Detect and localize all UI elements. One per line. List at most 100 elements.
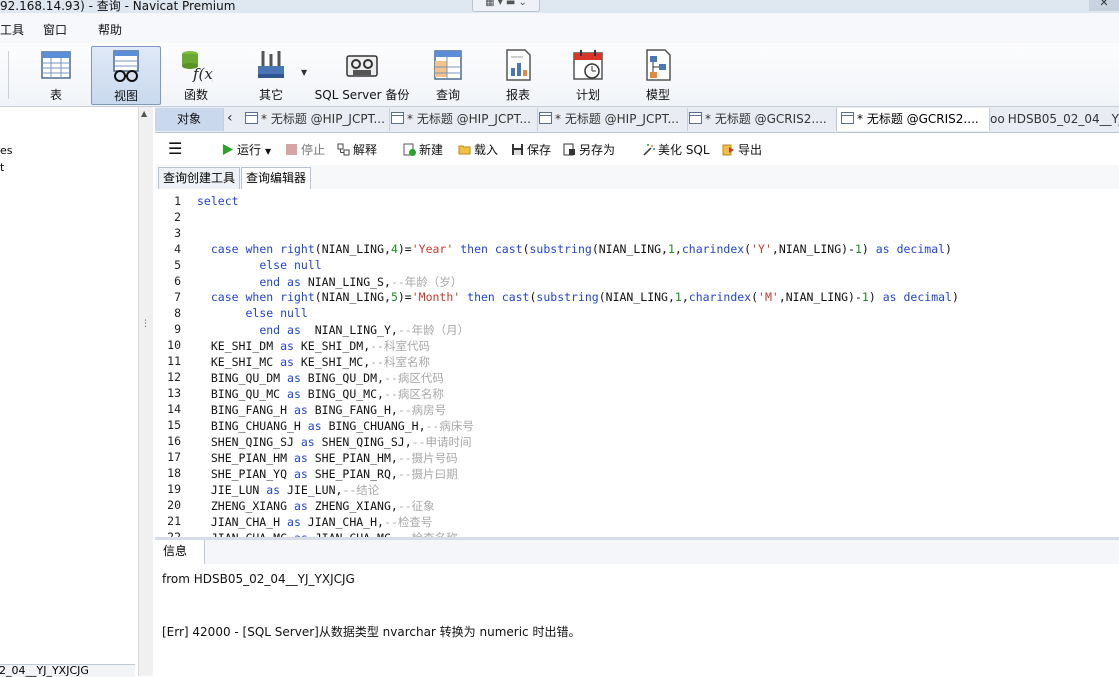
info-message-line: from HDSB05_02_04__YJ_YXJCJG xyxy=(162,572,355,586)
toolbar-model-label: 模型 xyxy=(645,88,670,102)
new-button[interactable]: 新建 xyxy=(403,141,443,158)
menu-tools[interactable]: 工具 xyxy=(0,21,24,38)
beautify-sql-label: 美化 SQL xyxy=(658,143,710,157)
close-button[interactable]: ✕ xyxy=(1089,0,1119,11)
code-line[interactable]: BING_QU_DM as BING_QU_DM,--病区代码 xyxy=(197,370,444,386)
code-line[interactable]: BING_QU_MC as BING_QU_MC,--病区名称 xyxy=(197,386,444,402)
run-button[interactable]: 运行 ▼ xyxy=(221,141,271,158)
toolbar-report-button[interactable]: 报表 xyxy=(492,46,544,103)
left-panel-scrollbar[interactable]: ▲ ⋮ xyxy=(138,107,153,676)
tab-query-3[interactable]: * 无标题 @HIP_JCPT... xyxy=(535,108,688,131)
other-dropdown-icon[interactable]: ▼ xyxy=(301,68,307,77)
toolbar-view-button[interactable]: 视图 xyxy=(91,46,161,105)
run-dropdown-icon[interactable]: ▼ xyxy=(265,147,271,156)
explain-button[interactable]: 解释 xyxy=(337,141,377,158)
code-line[interactable]: case when right(NIAN_LING,5)='Month' the… xyxy=(197,290,959,304)
toolbar-function-label: 函数 xyxy=(183,88,208,102)
tab-query-active-label: * 无标题 @GCRIS2.... xyxy=(857,112,979,126)
tab-query-active[interactable]: * 无标题 @GCRIS2.... xyxy=(836,108,990,131)
tab-info[interactable]: 信息 xyxy=(155,540,205,564)
tab-query-4[interactable]: * 无标题 @GCRIS2.... xyxy=(685,108,838,131)
magic-wand-icon xyxy=(643,144,655,156)
line-number: 2 xyxy=(174,210,181,224)
save-icon xyxy=(512,144,523,155)
load-button[interactable]: 载入 xyxy=(458,141,498,158)
query-toolbar: ☰ 运行 ▼ 停止 解释 新建 载入 保存 另存为 美化 SQL 导出 xyxy=(155,133,1119,165)
code-line[interactable]: JIAN_CHA_MC as JIAN_CHA_MC,--检查名称 xyxy=(197,530,458,537)
tab-view[interactable]: oo HDSB05_02_04__YJ_ xyxy=(986,108,1119,131)
tab-query-1[interactable]: * 无标题 @HIP_JCPT... xyxy=(241,108,390,131)
code-line[interactable]: JIAN_CHA_H as JIAN_CHA_H,--检查号 xyxy=(197,514,432,530)
line-number: 20 xyxy=(167,498,181,512)
window-layout-controls[interactable]: ▦ ▾ ▬ ⌄ xyxy=(472,0,540,12)
code-line[interactable]: KE_SHI_DM as KE_SHI_DM,--科室代码 xyxy=(197,338,430,354)
line-number: 15 xyxy=(167,418,181,432)
code-line[interactable]: BING_FANG_H as BING_FANG_H,--病房号 xyxy=(197,402,446,418)
line-number: 7 xyxy=(174,290,181,304)
stop-button[interactable]: 停止 xyxy=(285,141,325,158)
tab-scroll-left-icon[interactable]: ‹ xyxy=(227,110,233,126)
tab-query-1-label: * 无标题 @HIP_JCPT... xyxy=(261,112,385,126)
table-icon xyxy=(41,51,71,79)
toolbar-table-label: 表 xyxy=(49,88,62,102)
line-number: 22 xyxy=(167,530,181,537)
save-button[interactable]: 保存 xyxy=(511,141,551,158)
toolbar-report-label: 报表 xyxy=(505,88,530,102)
toolbar-schedule-label: 计划 xyxy=(575,88,600,102)
query-tab-icon xyxy=(391,112,404,124)
code-line[interactable]: SHEN_QING_SJ as SHEN_QING_SJ,--申请时间 xyxy=(197,434,472,450)
toolbar-sqlserver-backup-button[interactable]: SQL Server 备份 xyxy=(313,46,411,103)
sql-editor[interactable]: 1 select 2 3 4 case when right(NIAN_LING,4)=… xyxy=(155,189,1119,537)
code-line[interactable]: SHE_PIAN_HM as SHE_PIAN_HM,--摄片号码 xyxy=(197,450,458,466)
line-number: 18 xyxy=(167,466,181,480)
tab-query-4-label: * 无标题 @GCRIS2.... xyxy=(705,112,827,126)
toolbar-schedule-button[interactable]: 计划 xyxy=(562,46,614,103)
code-line[interactable]: else null xyxy=(197,306,307,320)
menu-window[interactable]: 窗口 xyxy=(43,21,67,38)
code-line[interactable]: JIE_LUN as JIE_LUN,--结论 xyxy=(197,482,379,498)
folder-open-icon xyxy=(458,145,471,155)
tab-query-builder[interactable]: 查询创建工具 xyxy=(158,167,241,189)
tab-query-3-label: * 无标题 @HIP_JCPT... xyxy=(555,112,679,126)
line-number: 8 xyxy=(174,306,181,320)
code-line[interactable]: end as NIAN_LING_Y,--年龄（月） xyxy=(197,322,469,338)
sql-server-backup-icon xyxy=(346,55,378,77)
line-number: 6 xyxy=(174,274,181,288)
code-line[interactable]: BING_CHUANG_H as BING_CHUANG_H,--病床号 xyxy=(197,418,474,434)
editor-mode-tabs: 查询创建工具 查询编辑器 xyxy=(155,165,1119,190)
object-tree-panel[interactable]: es t xyxy=(0,107,139,676)
hamburger-menu-icon[interactable]: ☰ xyxy=(168,139,182,158)
tab-query-2-label: * 无标题 @HIP_JCPT... xyxy=(407,112,531,126)
toolbar-model-button[interactable]: 模型 xyxy=(632,46,684,103)
beautify-sql-button[interactable]: 美化 SQL xyxy=(642,141,710,158)
tree-item-fragment[interactable]: es xyxy=(0,144,13,157)
line-number: 10 xyxy=(167,338,181,352)
code-line[interactable]: KE_SHI_MC as KE_SHI_MC,--科室名称 xyxy=(197,354,430,370)
code-line[interactable]: end as NIAN_LING_S,--年龄（岁） xyxy=(197,274,462,290)
load-label: 载入 xyxy=(474,143,499,157)
schedule-icon xyxy=(573,50,603,80)
tab-objects[interactable]: 对象 xyxy=(155,108,224,131)
tab-query-editor[interactable]: 查询编辑器 xyxy=(241,167,312,190)
code-line[interactable]: select xyxy=(197,194,239,208)
tab-objects-label: 对象 xyxy=(176,112,201,126)
toolbar-table-button[interactable]: 表 xyxy=(30,46,82,103)
toolbar-other-button[interactable]: 其它 ▼ xyxy=(243,46,307,103)
toolbar-view-label: 视图 xyxy=(113,89,138,103)
code-line[interactable]: ZHENG_XIANG as ZHENG_XIANG,--征象 xyxy=(197,498,435,514)
view-tab-icon: oo xyxy=(990,112,1005,126)
export-button[interactable]: 导出 xyxy=(722,141,762,158)
code-line[interactable]: case when right(NIAN_LING,4)='Year' then… xyxy=(197,242,952,256)
toolbar-function-button[interactable]: f(x) 函数 xyxy=(170,46,222,103)
code-line[interactable]: else null xyxy=(197,258,321,272)
scroll-up-icon[interactable]: ▲ xyxy=(141,109,147,118)
splitter-grip-icon[interactable]: ⋮ xyxy=(141,319,150,329)
tree-item-fragment[interactable]: t xyxy=(0,161,4,174)
toolbar-query-button[interactable]: 查询 xyxy=(421,46,475,103)
menu-help[interactable]: 帮助 xyxy=(98,21,122,38)
code-line[interactable]: SHE_PIAN_YQ as SHE_PIAN_RQ,--摄片曰期 xyxy=(197,466,458,482)
explain-label: 解释 xyxy=(353,143,378,157)
save-as-button[interactable]: 另存为 xyxy=(563,141,615,158)
tab-query-2[interactable]: * 无标题 @HIP_JCPT... xyxy=(387,108,538,131)
query-tab-icon xyxy=(539,112,552,124)
